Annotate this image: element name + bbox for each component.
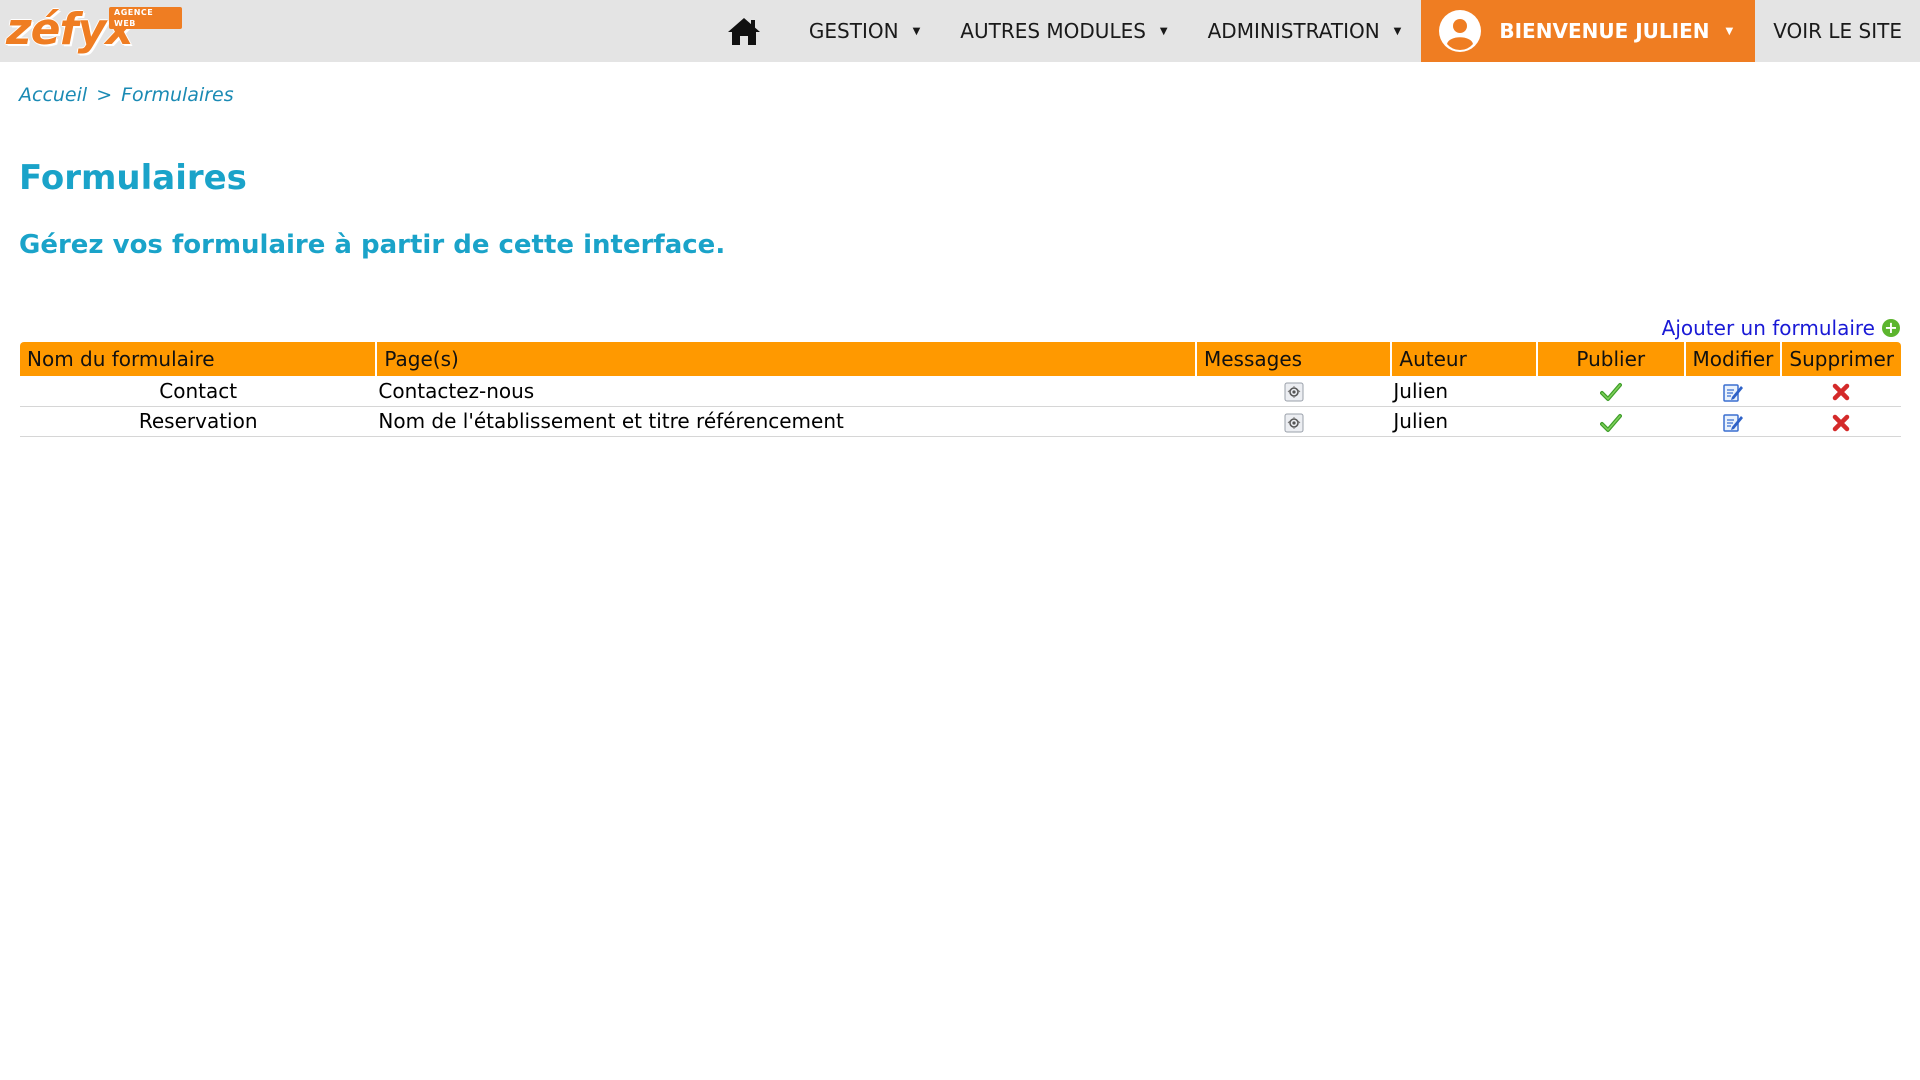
column-header-publish[interactable]: Publier [1535,342,1685,376]
forms-table: Nom du formulaire Page(s) Messages Auteu… [20,342,1901,437]
add-form-label: Ajouter un formulaire [1661,316,1875,340]
caret-down-icon: ▼ [1393,25,1402,37]
breadcrumb-home-link[interactable]: Accueil [19,84,87,106]
column-header-name[interactable]: Nom du formulaire [20,342,377,376]
main-menu: GESTION ▼ AUTRES MODULES ▼ ADMINISTRATIO… [699,0,1920,62]
published-check-icon[interactable] [1599,413,1622,433]
zefyx-logo[interactable]: zéfyx AGENCE WEB [4,4,182,58]
nav-home[interactable] [699,0,789,62]
nav-administration-label: ADMINISTRATION [1207,19,1380,43]
publish-cell [1536,376,1685,407]
nav-gestion-label: GESTION [808,19,899,43]
form-name-cell: Contact [20,376,377,407]
user-menu[interactable]: BIENVENUE JULIEN ▼ [1421,0,1756,62]
add-form-link[interactable]: Ajouter un formulaire + [1662,316,1900,340]
column-header-author[interactable]: Auteur [1390,342,1537,376]
breadcrumb-separator: > [96,84,113,106]
author-cell: Julien [1391,406,1537,437]
edit-cell [1684,376,1782,407]
plus-circle-icon: + [1882,319,1900,337]
publish-cell [1536,406,1685,437]
nav-gestion[interactable]: GESTION ▼ [789,0,940,62]
edit-icon[interactable] [1722,411,1744,433]
nav-autres-modules[interactable]: AUTRES MODULES ▼ [940,0,1187,62]
home-icon [727,18,760,45]
view-messages-icon[interactable] [1284,413,1304,433]
messages-cell [1195,406,1392,437]
edit-cell [1684,406,1782,437]
top-navigation-bar: zéfyx AGENCE WEB GESTION ▼ AUTRES MODULE… [0,0,1920,62]
nav-autres-modules-label: AUTRES MODULES [960,19,1146,43]
form-pages-cell: Contactez-nous [376,376,1196,407]
column-header-messages[interactable]: Messages [1194,342,1392,376]
form-pages-cell: Nom de l'établissement et titre référenc… [376,406,1196,437]
column-header-delete[interactable]: Supprimer [1780,342,1901,376]
form-name-cell: Reservation [20,406,377,437]
delete-x-icon[interactable] [1831,413,1851,433]
edit-icon[interactable] [1722,381,1744,403]
user-avatar-icon [1439,10,1482,52]
page-title: Formulaires [19,158,247,198]
view-messages-icon[interactable] [1284,382,1304,402]
caret-down-icon: ▼ [912,25,921,37]
table-row: Reservation Nom de l'établissement et ti… [20,406,1901,437]
table-row: Contact Contactez-nous Julien [20,376,1901,407]
breadcrumb-current-link[interactable]: Formulaires [121,84,234,106]
view-site-link[interactable]: VOIR LE SITE [1755,0,1920,62]
user-menu-label: BIENVENUE JULIEN [1499,19,1710,43]
delete-cell [1781,406,1901,437]
delete-x-icon[interactable] [1831,382,1851,402]
caret-down-icon: ▼ [1725,25,1734,37]
messages-cell [1195,376,1392,407]
view-site-label: VOIR LE SITE [1773,19,1902,43]
column-header-pages[interactable]: Page(s) [375,342,1196,376]
author-cell: Julien [1391,376,1537,407]
nav-administration[interactable]: ADMINISTRATION ▼ [1188,0,1422,62]
breadcrumb: Accueil > Formulaires [19,84,234,106]
table-header-row: Nom du formulaire Page(s) Messages Auteu… [20,342,1901,376]
column-header-edit[interactable]: Modifier [1683,342,1782,376]
published-check-icon[interactable] [1599,382,1622,402]
delete-cell [1781,376,1901,407]
caret-down-icon: ▼ [1159,25,1168,37]
page-subtitle: Gérez vos formulaire à partir de cette i… [19,230,726,260]
logo-tagline: AGENCE WEB [109,7,182,29]
